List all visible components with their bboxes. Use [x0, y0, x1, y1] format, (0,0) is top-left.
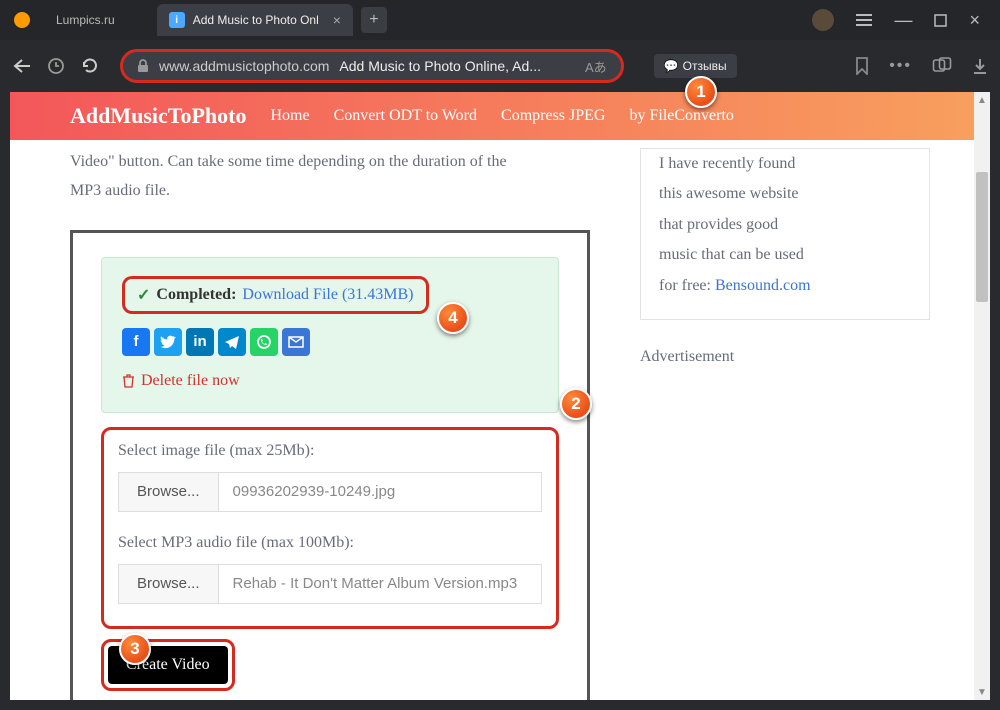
site-navbar: AddMusicToPhoto Home Convert ODT to Word…	[10, 92, 990, 140]
browser-navbar: www.addmusictophoto.com Add Music to Pho…	[0, 40, 1000, 92]
intro-text: Video" button. Can take some time depend…	[70, 148, 590, 206]
address-bar[interactable]: www.addmusictophoto.com Add Music to Pho…	[120, 49, 624, 83]
image-file-row: Browse... 09936202939-10249.jpg	[118, 472, 542, 512]
annotation-badge-1: 1	[685, 76, 717, 108]
check-icon: ✓	[137, 285, 150, 305]
intro-line: MP3 audio file.	[70, 182, 170, 199]
scroll-up-icon[interactable]: ▲	[974, 92, 990, 108]
sidebar-line: music that can be used	[659, 246, 804, 263]
navbar-right: •••	[855, 57, 988, 75]
delete-label: Delete file now	[141, 372, 240, 390]
tab-lumpics[interactable]: Lumpics.ru	[44, 4, 127, 36]
nav-by[interactable]: by FileConverto	[629, 107, 733, 125]
browser-titlebar: Lumpics.ru i Add Music to Photo Onl × + …	[0, 0, 1000, 40]
reviews-button[interactable]: 💬 Отзывы	[654, 54, 737, 78]
lock-icon	[137, 59, 149, 73]
browse-audio-button[interactable]: Browse...	[119, 565, 219, 603]
translate-icon[interactable]: Aあ	[585, 57, 607, 76]
email-icon[interactable]	[282, 328, 310, 356]
page-columns: Video" button. Can take some time depend…	[10, 140, 990, 700]
twitter-icon[interactable]	[154, 328, 182, 356]
nav-compress[interactable]: Compress JPEG	[501, 107, 605, 125]
telegram-icon[interactable]	[218, 328, 246, 356]
window-controls: — ×	[812, 9, 1000, 31]
address-bar-wrap: www.addmusictophoto.com Add Music to Pho…	[120, 49, 624, 83]
audio-label: Select MP3 audio file (max 100Mb):	[118, 534, 542, 552]
sidebar-line: that provides good	[659, 216, 778, 233]
site-logo[interactable]: AddMusicToPhoto	[70, 103, 246, 129]
reviews-label: Отзывы	[683, 59, 727, 73]
tab-label: Lumpics.ru	[56, 13, 115, 27]
image-label: Select image file (max 25Mb):	[118, 442, 542, 460]
download-link[interactable]: Download File (31.43MB)	[242, 286, 413, 304]
more-icon[interactable]: •••	[889, 57, 912, 75]
sidebar-line: I have recently found	[659, 155, 795, 172]
completed-label: Completed:	[156, 286, 236, 304]
browse-image-button[interactable]: Browse...	[119, 473, 219, 511]
history-icon[interactable]	[46, 57, 66, 75]
upload-form: Select image file (max 25Mb): Browse... …	[101, 427, 559, 629]
main-column: Video" button. Can take some time depend…	[70, 148, 590, 700]
yandex-logo-icon[interactable]	[14, 12, 30, 28]
image-filename: 09936202939-10249.jpg	[219, 473, 541, 511]
nav-home[interactable]: Home	[270, 107, 309, 125]
tab-addmusic[interactable]: i Add Music to Photo Onl ×	[157, 4, 353, 36]
linkedin-icon[interactable]: in	[186, 328, 214, 356]
new-tab-button[interactable]: +	[361, 7, 387, 33]
tab-label: Add Music to Photo Onl	[193, 13, 319, 27]
back-icon[interactable]	[12, 59, 32, 73]
download-icon[interactable]	[972, 57, 988, 75]
reload-icon[interactable]	[80, 57, 100, 75]
url-domain: www.addmusictophoto.com	[159, 58, 329, 74]
sidebar-note: I have recently found this awesome websi…	[640, 148, 930, 320]
close-window-icon[interactable]: ×	[969, 10, 980, 31]
maximize-icon[interactable]	[934, 14, 947, 27]
sidebar-line: this awesome website	[659, 185, 799, 202]
trash-icon	[122, 373, 135, 388]
completed-row: ✓ Completed: Download File (31.43MB)	[122, 276, 538, 314]
tool-panel: ✓ Completed: Download File (31.43MB) f i…	[70, 230, 590, 700]
scroll-down-icon[interactable]: ▼	[974, 684, 990, 700]
delete-file-link[interactable]: Delete file now	[122, 372, 538, 390]
share-row: f in	[122, 328, 538, 356]
page-viewport: AddMusicToPhoto Home Convert ODT to Word…	[10, 92, 990, 700]
sidebar-line: for free:	[659, 277, 715, 294]
annotation-badge-2: 2	[560, 388, 592, 420]
annotation-badge-4: 4	[437, 302, 469, 334]
audio-file-row: Browse... Rehab - It Don't Matter Album …	[118, 564, 542, 604]
bensound-link[interactable]: Bensound.com	[715, 277, 811, 294]
menu-icon[interactable]	[856, 13, 872, 27]
completed-pill: ✓ Completed: Download File (31.43MB)	[122, 276, 429, 314]
facebook-icon[interactable]: f	[122, 328, 150, 356]
success-panel: ✓ Completed: Download File (31.43MB) f i…	[101, 257, 559, 413]
intro-line: Video" button. Can take some time depend…	[70, 153, 507, 170]
advertisement-label: Advertisement	[640, 348, 930, 366]
tab-favicon-icon: i	[169, 12, 185, 28]
url-title: Add Music to Photo Online, Ad...	[339, 58, 541, 74]
extensions-icon[interactable]	[932, 57, 952, 75]
audio-filename: Rehab - It Don't Matter Album Version.mp…	[219, 565, 541, 603]
speech-icon: 💬	[664, 59, 679, 73]
sidebar-column: I have recently found this awesome websi…	[640, 148, 930, 700]
bookmark-icon[interactable]	[855, 57, 869, 75]
nav-convert[interactable]: Convert ODT to Word	[334, 107, 477, 125]
scroll-thumb[interactable]	[976, 172, 988, 302]
close-tab-icon[interactable]: ×	[333, 12, 341, 28]
minimize-icon[interactable]: —	[894, 10, 912, 31]
avatar[interactable]	[812, 9, 834, 31]
scrollbar[interactable]: ▲ ▼	[974, 92, 990, 700]
whatsapp-icon[interactable]	[250, 328, 278, 356]
annotation-badge-3: 3	[119, 633, 151, 665]
